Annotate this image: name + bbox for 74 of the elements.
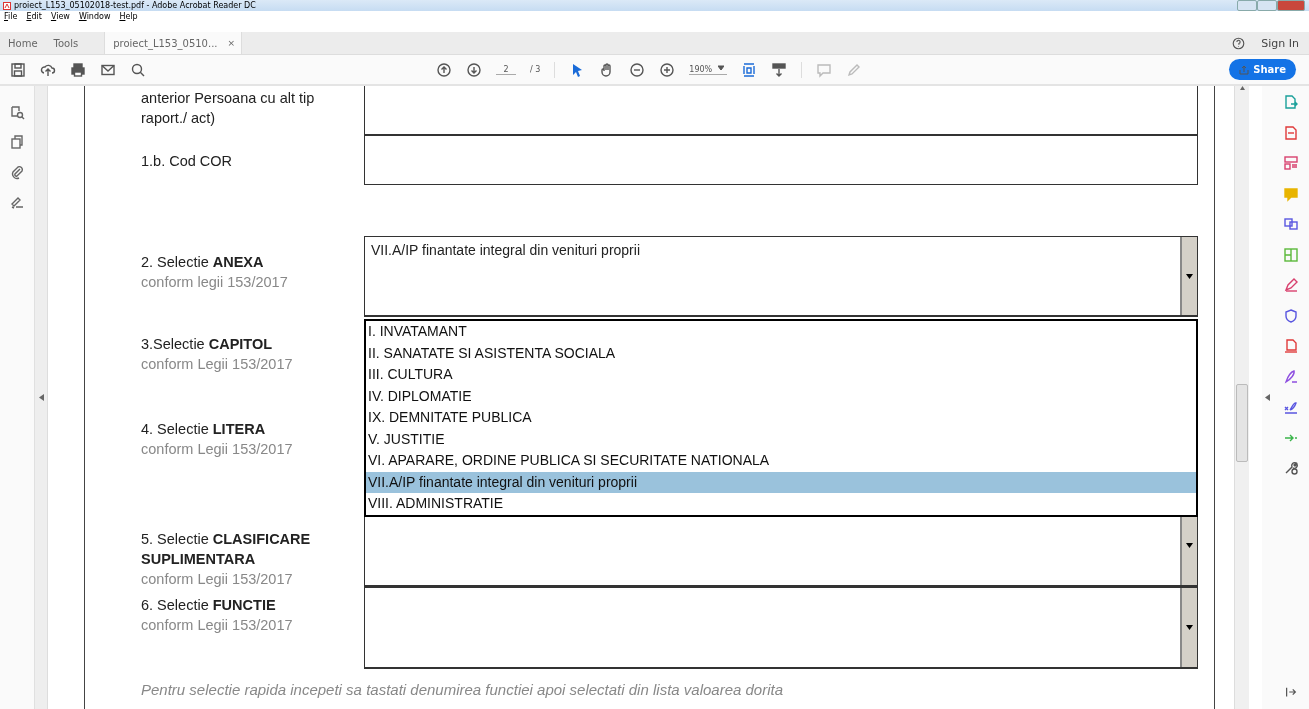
input-field[interactable] xyxy=(364,86,1198,135)
signature-icon[interactable] xyxy=(1282,399,1299,415)
share-button[interactable]: Share xyxy=(1229,59,1296,80)
dropdown-option[interactable]: VI. APARARE, ORDINE PUBLICA SI SECURITATE NATIONALA xyxy=(366,450,1196,472)
help-icon[interactable] xyxy=(1232,36,1246,50)
stacked-pages-icon[interactable] xyxy=(1282,216,1299,232)
dropdown-option[interactable]: VII.A/IP finantate integral din venituri proprii xyxy=(366,471,1196,493)
menu-item[interactable]: Window xyxy=(78,12,111,21)
menu-item[interactable]: Help xyxy=(119,12,138,21)
field-note: conform Legii 153/2017 xyxy=(141,440,294,459)
dropdown-option[interactable]: V. JUSTITIE xyxy=(366,428,1196,450)
dropdown-option[interactable]: I. INVATAMANT xyxy=(366,321,1196,343)
page-count: / 3 xyxy=(530,65,541,74)
share-icon xyxy=(1239,64,1250,75)
dropdown-option[interactable]: IX. DEMNITATE PUBLICA xyxy=(366,407,1196,429)
field-note: conform legii 153/2017 xyxy=(141,273,289,292)
copy-pages-icon[interactable] xyxy=(9,134,25,150)
field-label: 6. Selectie FUNCTIE xyxy=(141,596,277,615)
caret-icon xyxy=(718,64,725,71)
previous-page-icon[interactable] xyxy=(436,61,452,78)
dropdown-option[interactable]: VIII. ADMINISTRATIE xyxy=(366,493,1196,515)
field-note: conform Legii 153/2017 xyxy=(141,355,294,374)
dropdown-option[interactable]: IV. DIPLOMATIE xyxy=(366,385,1196,407)
next-page-icon[interactable] xyxy=(466,61,482,78)
collapse-arrow-icon[interactable] xyxy=(38,394,44,401)
tab[interactable]: proiect_L153_0510... × xyxy=(104,32,243,54)
caret-icon xyxy=(1186,542,1193,548)
dropdown-value: VII.A/IP finantate integral din venituri proprii xyxy=(370,241,640,260)
scrollbar[interactable] xyxy=(1234,86,1249,709)
search-icon[interactable] xyxy=(130,61,146,78)
close-tab-icon[interactable]: × xyxy=(227,38,236,48)
shield-icon[interactable] xyxy=(1282,307,1299,324)
scrollbar-thumb[interactable] xyxy=(1236,384,1248,462)
document-icon[interactable] xyxy=(1282,124,1299,141)
zoom-in-icon[interactable] xyxy=(659,61,676,78)
dropdown-option[interactable]: II. SANATATE SI ASISTENTA SOCIALA xyxy=(366,342,1196,364)
caret-icon xyxy=(1186,273,1193,279)
layout-icon[interactable] xyxy=(1282,155,1299,171)
caret-icon xyxy=(1186,625,1193,630)
tab[interactable]: Home xyxy=(0,32,46,54)
field-label: 1.b. Cod COR xyxy=(141,152,234,171)
field-label: 4. Selectie LITERA xyxy=(141,420,267,439)
field-label: anterior Persoana cu alt tip raport./ act) xyxy=(141,89,316,128)
menu-item[interactable]: View xyxy=(50,12,70,21)
export-page-icon[interactable] xyxy=(1282,94,1299,110)
fit-page-icon[interactable] xyxy=(741,61,758,78)
field-note: conform Legii 153/2017 xyxy=(141,570,294,589)
collapse-arrow-icon[interactable] xyxy=(1264,394,1270,401)
document-search-icon[interactable] xyxy=(9,104,25,120)
sign-in-link[interactable]: Sign In xyxy=(1261,36,1299,50)
expand-panel-icon[interactable] xyxy=(1283,685,1298,699)
field-label: 3.Selectie CAPITOL xyxy=(141,335,274,354)
dropdown-option[interactable]: III. CULTURA xyxy=(366,364,1196,386)
tab[interactable]: Tools xyxy=(45,32,87,54)
scroll-mode-icon[interactable] xyxy=(771,61,788,78)
document-icon[interactable] xyxy=(1282,338,1299,354)
window-title: proiect_L153_05102018-test.pdf - Adobe Acrobat Reader DC xyxy=(14,1,256,10)
field-label: 2. Selectie ANEXA xyxy=(141,253,265,272)
menu-item[interactable]: Edit xyxy=(26,12,42,21)
dropdown-field[interactable] xyxy=(364,587,1198,669)
field-label: 5. Selectie CLASIFICARE SUPLIMENTARA xyxy=(141,530,312,569)
zoom-field[interactable]: 190% xyxy=(689,64,728,75)
pen-icon[interactable] xyxy=(1282,277,1299,293)
pen-icon[interactable] xyxy=(1282,368,1299,385)
print-icon[interactable] xyxy=(70,61,86,78)
hint-text: Pentru selectie rapida incepeti sa tastati denumirea functiei apoi selectati din lista valoarea dorita xyxy=(140,679,785,700)
zoom-out-icon[interactable] xyxy=(629,61,646,78)
dropdown-field[interactable]: VII.A/IP finantate integral din venituri proprii xyxy=(364,236,1198,317)
menu-item[interactable]: File xyxy=(4,12,18,21)
save-icon[interactable] xyxy=(10,61,26,78)
field-note: conform Legii 153/2017 xyxy=(141,616,294,635)
paperclip-icon[interactable] xyxy=(9,164,25,180)
page-number-field[interactable]: 2 xyxy=(496,64,516,75)
input-field[interactable] xyxy=(364,135,1198,185)
